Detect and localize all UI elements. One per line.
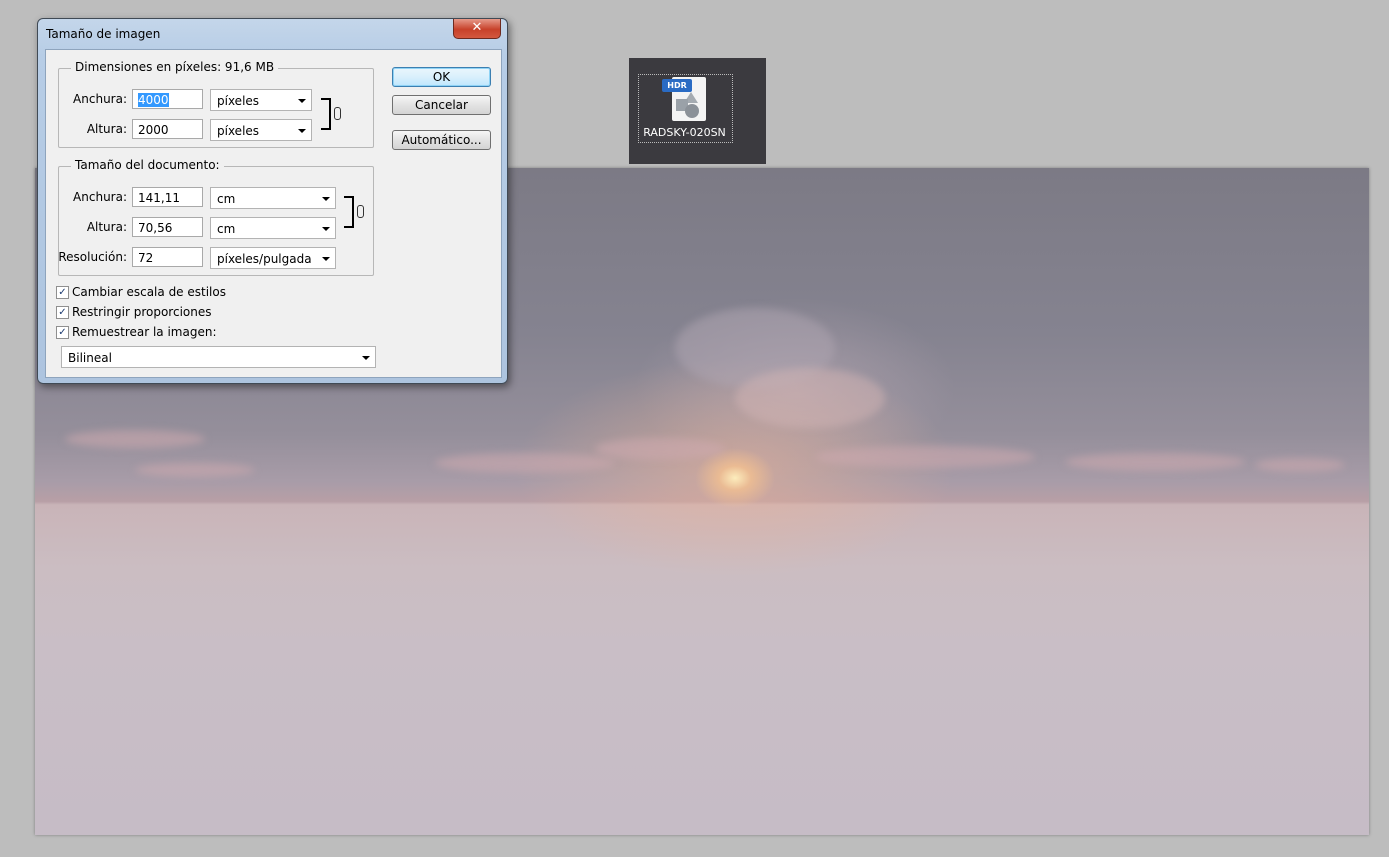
pixel-dimensions-legend: Dimensiones en píxeles: 91,6 MB [71,60,279,74]
cloud [1255,458,1345,472]
resolution-label: Resolución: [58,250,127,264]
pixel-width-unit: píxeles [217,94,260,108]
hdr-badge: HDR [662,79,692,92]
resample-checkbox[interactable]: ✓ [56,326,69,339]
pixel-height-input[interactable]: 2000 [132,119,203,139]
file-name[interactable]: RADSKY-020SN [629,126,740,139]
resample-label: Remuestrear la imagen: [72,325,217,339]
pixel-height-label: Altura: [86,122,127,136]
cloud [815,446,1035,468]
doc-width-value: 141,11 [138,191,180,205]
doc-height-unit: cm [217,222,236,236]
document-size-legend: Tamaño del documento: [71,158,224,172]
chevron-down-icon [322,257,330,261]
resolution-unit-select[interactable]: píxeles/pulgada [210,247,336,269]
pixel-width-input[interactable]: 4000 [132,89,203,109]
pixel-width-unit-select[interactable]: píxeles [210,89,312,111]
pixel-height-value: 2000 [138,123,169,137]
dialog-title: Tamaño de imagen [46,27,161,41]
resolution-input[interactable]: 72 [132,247,203,267]
chevron-down-icon [298,129,306,133]
scale-styles-checkbox[interactable]: ✓ [56,286,69,299]
resolution-unit: píxeles/pulgada [217,252,312,266]
doc-height-label: Altura: [86,220,127,234]
doc-height-input[interactable]: 70,56 [132,217,203,237]
cloud [65,430,205,448]
constrain-proportions-label: Restringir proporciones [72,305,212,319]
cancel-button[interactable]: Cancelar [392,95,491,115]
doc-width-label: Anchura: [73,190,127,204]
file-tile[interactable]: HDR RADSKY-020SN [629,58,766,164]
chevron-down-icon [298,99,306,103]
cloud [735,368,885,428]
resample-method-select[interactable]: Bilineal [61,346,376,368]
auto-button[interactable]: Automático... [392,130,491,150]
scale-styles-label: Cambiar escala de estilos [72,285,226,299]
chevron-down-icon [322,227,330,231]
pixel-height-unit-select[interactable]: píxeles [210,119,312,141]
doc-width-input[interactable]: 141,11 [132,187,203,207]
dialog-body: Dimensiones en píxeles: 91,6 MB Anchura:… [45,49,502,378]
pixel-width-label: Anchura: [73,92,127,106]
cloud [435,453,615,473]
link-icon [357,205,364,218]
doc-height-value: 70,56 [138,221,173,235]
constrain-bracket [344,196,354,228]
chevron-down-icon [362,356,370,360]
ok-button[interactable]: OK [392,67,491,87]
constrain-proportions-checkbox[interactable]: ✓ [56,306,69,319]
close-button[interactable]: ✕ [453,19,501,39]
cloud [135,463,255,477]
resample-method-value: Bilineal [68,351,112,365]
doc-height-unit-select[interactable]: cm [210,217,336,239]
cloud [1065,453,1245,471]
constrain-bracket [321,98,331,130]
image-size-dialog: Tamaño de imagen ✕ Dimensiones en píxele… [37,18,508,384]
cloud [595,438,725,460]
doc-width-unit: cm [217,192,236,206]
doc-width-unit-select[interactable]: cm [210,187,336,209]
link-icon [334,107,341,120]
pixel-height-unit: píxeles [217,124,260,138]
resolution-value: 72 [138,251,154,265]
circle-shape-icon [685,104,699,118]
pixel-width-value: 4000 [138,93,169,107]
chevron-down-icon [322,197,330,201]
